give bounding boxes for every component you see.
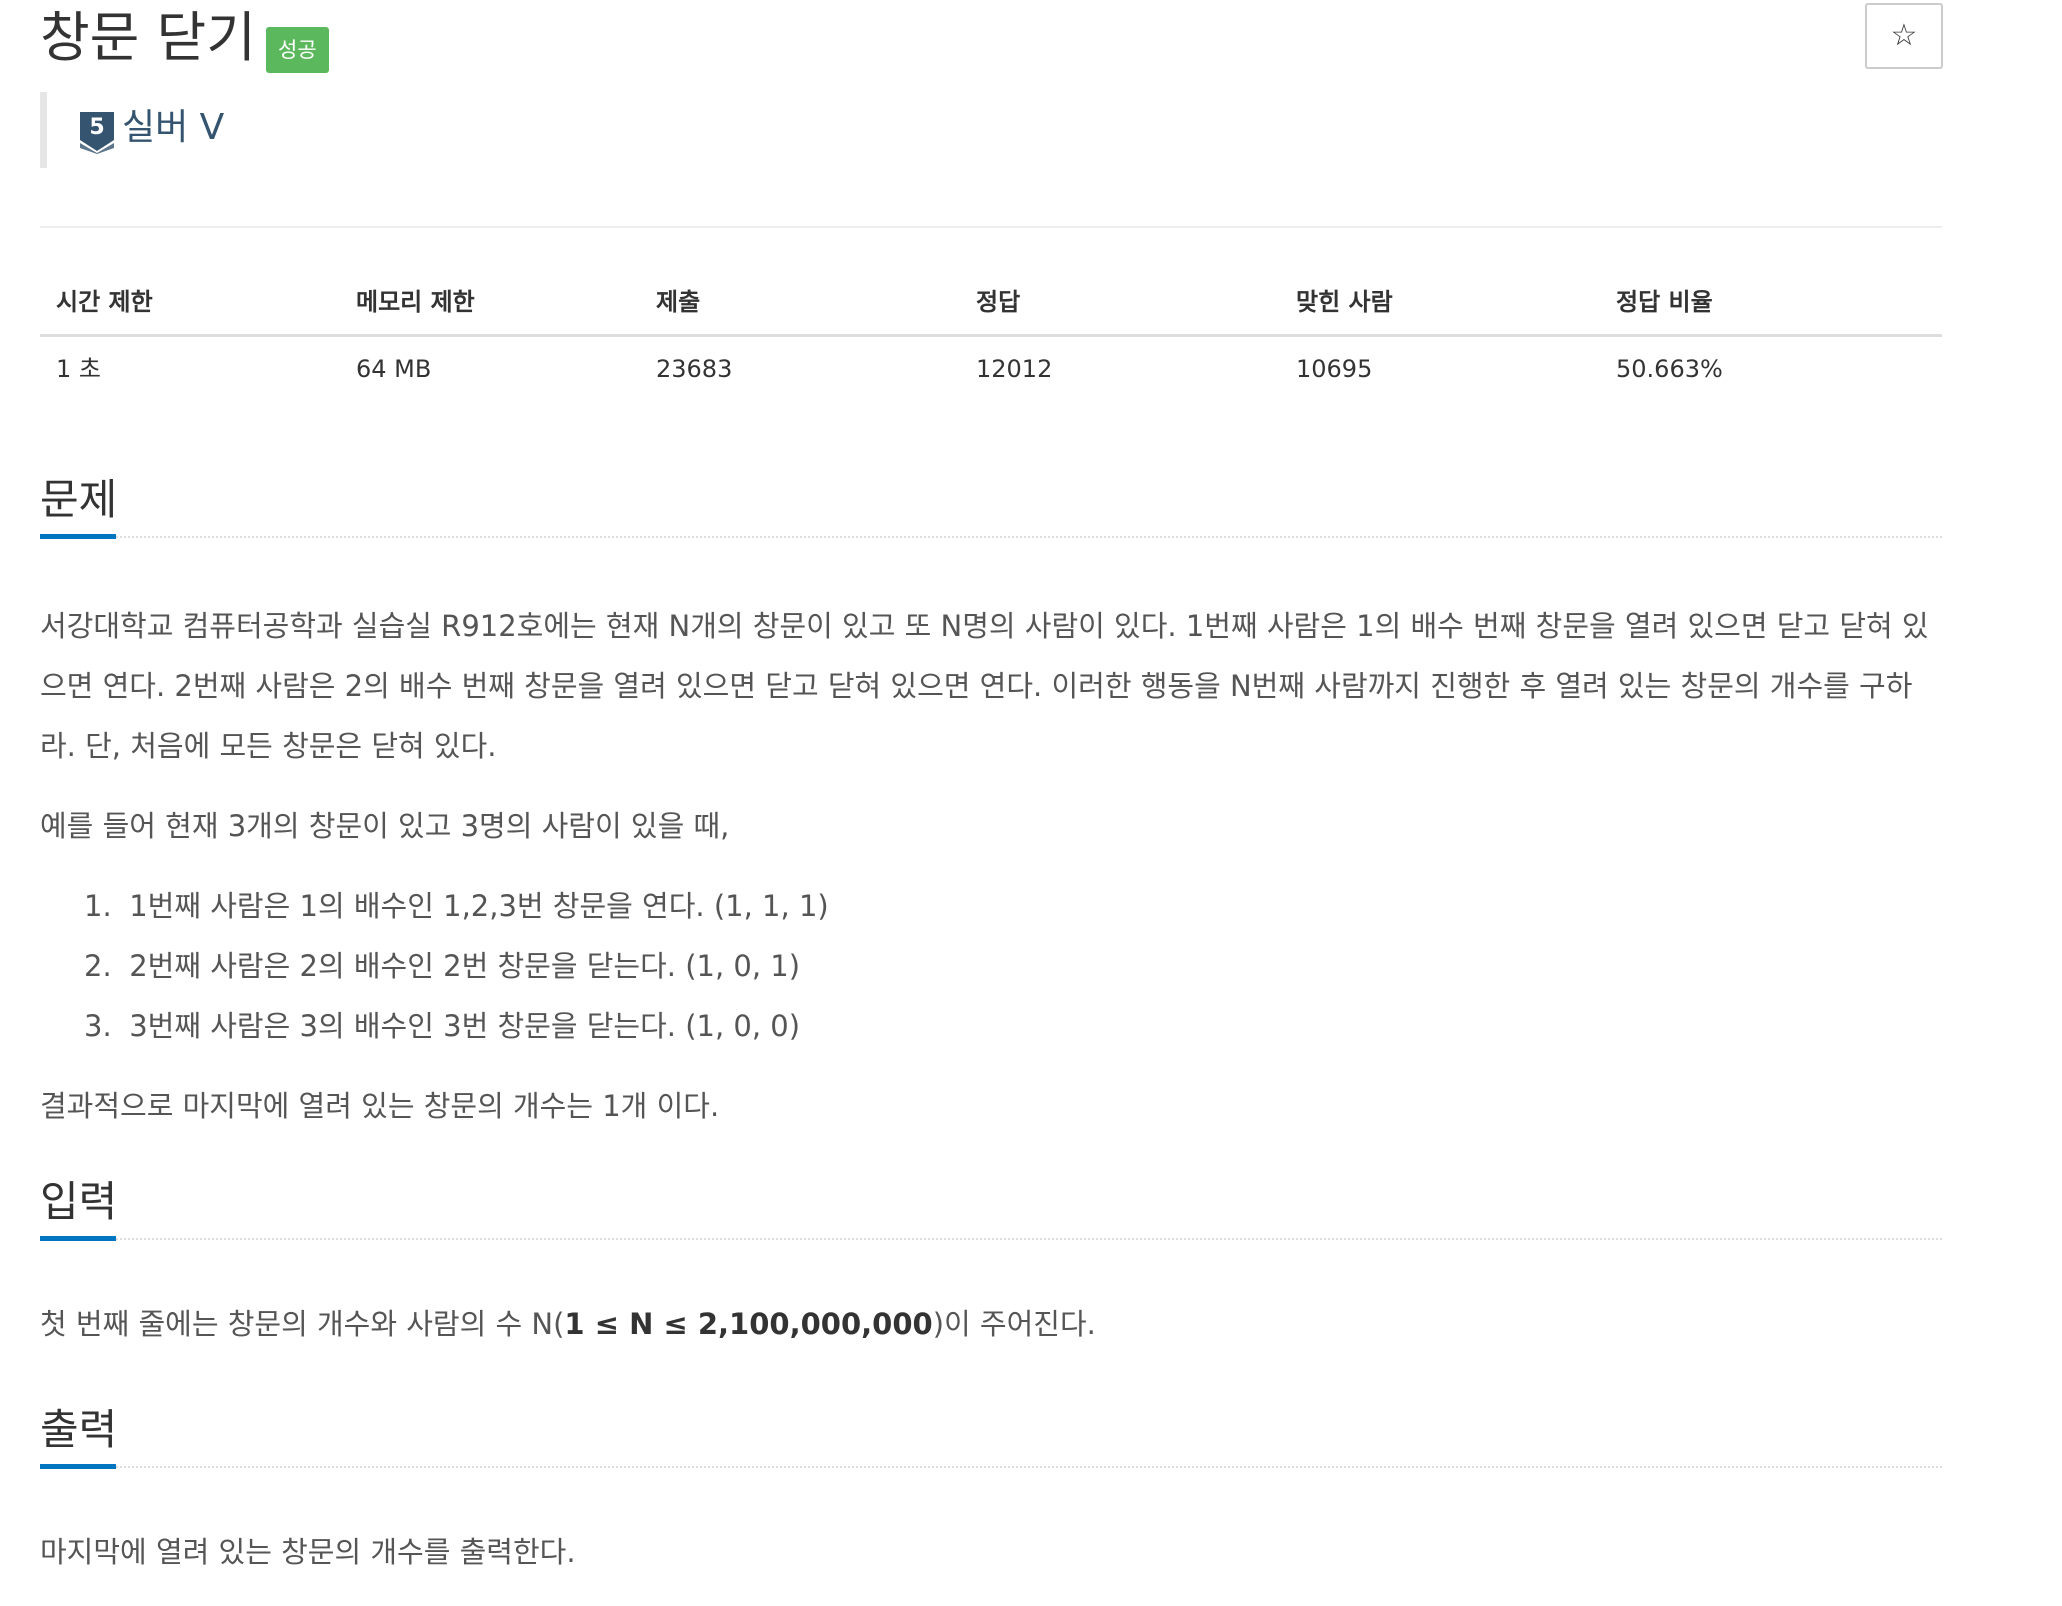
description-body: 서강대학교 컴퓨터공학과 실습실 R912호에는 현재 N개의 창문이 있고 또… bbox=[40, 596, 1942, 1136]
solved-users-value[interactable]: 10695 bbox=[1296, 337, 1372, 401]
section-divider bbox=[116, 1238, 1942, 1240]
description-section: 문제 서강대학교 컴퓨터공학과 실습실 R912호에는 현재 N개의 창문이 있… bbox=[40, 468, 1942, 1123]
input-section: 입력 첫 번째 줄에는 창문의 개수와 사람의 수 N(1 ≤ N ≤ 2,10… bbox=[40, 1170, 1942, 1341]
header-accept-rate: 정답 비율 bbox=[1616, 288, 1713, 316]
output-section: 출력 마지막에 열려 있는 창문의 개수를 출력한다. bbox=[40, 1398, 1942, 1569]
problem-info-table: 시간 제한 메모리 제한 제출 정답 맞힌 사람 정답 비율 1 초 64 MB… bbox=[40, 270, 1942, 401]
section-divider bbox=[116, 1466, 1942, 1468]
header-submissions: 제출 bbox=[656, 288, 701, 316]
header-solved-users: 맞힌 사람 bbox=[1296, 288, 1393, 316]
section-title-output: 출력 bbox=[40, 1405, 118, 1454]
list-item: 3. 3번째 사람은 3의 배수인 3번 창문을 닫는다. (1, 0, 0) bbox=[84, 1009, 801, 1043]
example-steps-list: 1. 1번째 사람은 1의 배수인 1,2,3번 창문을 연다. (1, 1, … bbox=[40, 876, 1942, 1056]
table-header-row: 시간 제한 메모리 제한 제출 정답 맞힌 사람 정답 비율 bbox=[40, 270, 1942, 337]
divider bbox=[40, 226, 1942, 228]
table-row: 1 초 64 MB 23683 12012 10695 50.663% bbox=[40, 337, 1942, 401]
time-limit-value: 1 초 bbox=[56, 355, 101, 383]
favorite-star-button[interactable]: ☆ bbox=[1865, 3, 1943, 69]
section-header: 문제 bbox=[40, 468, 1942, 540]
description-conclusion: 결과적으로 마지막에 열려 있는 창문의 개수는 1개 이다. bbox=[40, 1089, 720, 1123]
tier-block: 5 실버 V bbox=[40, 92, 447, 168]
section-underline bbox=[40, 534, 116, 539]
memory-limit-value: 64 MB bbox=[356, 355, 432, 383]
star-icon: ☆ bbox=[1890, 18, 1918, 53]
section-header: 입력 bbox=[40, 1170, 1942, 1242]
header-time-limit: 시간 제한 bbox=[56, 288, 153, 316]
section-underline bbox=[40, 1236, 116, 1241]
section-title-description: 문제 bbox=[40, 475, 118, 524]
section-title-input: 입력 bbox=[40, 1177, 118, 1226]
section-header: 출력 bbox=[40, 1398, 1942, 1470]
output-description: 마지막에 열려 있는 창문의 개수를 출력한다. bbox=[40, 1535, 576, 1569]
header-memory-limit: 메모리 제한 bbox=[356, 288, 475, 316]
input-description: 첫 번째 줄에는 창문의 개수와 사람의 수 N(1 ≤ N ≤ 2,100,0… bbox=[40, 1307, 1096, 1341]
description-paragraph: 서강대학교 컴퓨터공학과 실습실 R912호에는 현재 N개의 창문이 있고 또… bbox=[40, 609, 1929, 763]
description-example-intro: 예를 들어 현재 3개의 창문이 있고 3명의 사람이 있을 때, bbox=[40, 809, 730, 843]
page-title: 창문 닫기 bbox=[40, 6, 256, 69]
accept-rate-value: 50.663% bbox=[1616, 355, 1723, 383]
silver-tier-icon: 5 bbox=[80, 112, 114, 154]
list-item: 2. 2번째 사람은 2의 배수인 2번 창문을 닫는다. (1, 0, 1) bbox=[84, 949, 801, 983]
list-item: 1. 1번째 사람은 1의 배수인 1,2,3번 창문을 연다. (1, 1, … bbox=[84, 889, 829, 923]
accepted-value[interactable]: 12012 bbox=[976, 337, 1052, 401]
status-badge: 성공 bbox=[266, 27, 329, 73]
header-accepted: 정답 bbox=[976, 288, 1021, 316]
submissions-value[interactable]: 23683 bbox=[656, 337, 732, 401]
tier-label[interactable]: 실버 V bbox=[122, 106, 224, 150]
tier-number: 5 bbox=[89, 115, 104, 140]
problem-header: 창문 닫기 성공 ☆ bbox=[40, 0, 1943, 80]
input-constraint: 1 ≤ N ≤ 2,100,000,000 bbox=[564, 1307, 933, 1341]
section-underline bbox=[40, 1464, 116, 1469]
section-divider bbox=[116, 536, 1942, 538]
